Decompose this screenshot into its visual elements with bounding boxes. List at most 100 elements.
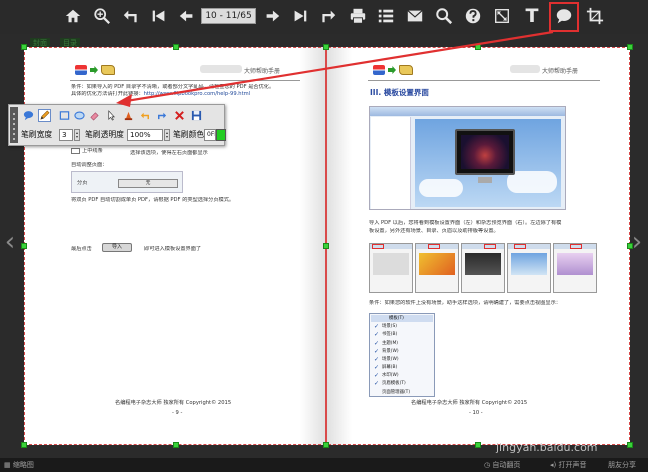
option-text: 选择该选项，使得左右页面都显示 [130, 150, 208, 156]
left-header-rule [70, 80, 300, 81]
redo-icon[interactable] [155, 109, 168, 122]
auto-adjust-text: 自动调整页面： [71, 162, 108, 168]
undo-icon[interactable] [139, 109, 152, 122]
prev-page-icon[interactable] [177, 6, 197, 26]
resize-handle[interactable] [323, 442, 329, 448]
menu-item: 页面管理器(T) [382, 390, 411, 395]
print-icon[interactable] [348, 6, 368, 26]
crop-icon[interactable] [585, 6, 605, 26]
menu-item: ✓ 背景(W) [374, 348, 399, 355]
stamp-icon[interactable] [122, 109, 135, 122]
left-header-title: 大师帮助手册 [244, 68, 281, 75]
delete-icon[interactable] [173, 109, 186, 122]
resize-handle[interactable] [475, 44, 481, 50]
resize-handle[interactable] [475, 442, 481, 448]
resize-handle[interactable] [627, 44, 633, 50]
brush-color-swatch[interactable] [216, 129, 226, 141]
left-text-line: 条件：如果导入的 PDF 目录字不清晰，或者部分文字乱码，请检查您的 PDF 是… [71, 84, 275, 90]
thumbnail-header [461, 243, 505, 293]
import-button[interactable]: 导入 [102, 243, 132, 252]
pagination-select[interactable]: 无 [118, 179, 178, 188]
bottom-bar: ▦ 缩略图 ◷ 自动翻页 ◂) 打开声音 朋友分享 [0, 458, 648, 472]
checkbox[interactable] [71, 148, 80, 154]
text-icon[interactable]: T [522, 6, 542, 26]
pen-toolbar-grip[interactable] [10, 107, 18, 143]
book-logo-icon [399, 65, 413, 75]
right-header-title: 大师帮助手册 [542, 68, 579, 75]
brush-width-stepper[interactable] [74, 129, 80, 141]
view-menu-screenshot: 模板(T) ✓ 场景(S) ✓ 书签(B) ✓ 主题(M) ✓ 背景(W) ✓ 场景(W)… [369, 313, 435, 397]
redo-icon[interactable] [318, 6, 338, 26]
resize-handle[interactable] [21, 243, 27, 249]
pencil-icon[interactable] [38, 109, 51, 122]
thumbnail-layout [553, 243, 597, 293]
resize-handle[interactable] [323, 243, 329, 249]
resize-handle[interactable] [21, 44, 27, 50]
ellipse-icon[interactable] [73, 109, 86, 122]
magazine-logo-icon [75, 65, 87, 75]
right-header-rule [368, 80, 600, 81]
pagination-label: 分页 [77, 180, 88, 186]
select-icon[interactable] [105, 109, 118, 122]
next-page-arrow[interactable]: › [631, 222, 643, 262]
rectangle-icon[interactable] [58, 109, 71, 122]
sound-button[interactable]: ◂) 打开声音 [550, 460, 586, 470]
resize-handle[interactable] [627, 442, 633, 448]
brush-opacity-input[interactable]: 100% [127, 129, 163, 141]
left-footer: 名编程电子杂志大师 独家所有 Copyright© 2015 [115, 400, 232, 406]
right-text-line: 板设置，另外还有场景、目录、页眉以及助排版等设置。 [369, 228, 499, 234]
magazine-logo-icon [373, 65, 385, 75]
left-page-logo [75, 64, 115, 76]
menu-item: ✓ 场景(W) [374, 356, 399, 363]
autoflip-button[interactable]: ◷ 自动翻页 [484, 460, 520, 470]
menu-item: ✓ 屏幕(B) [374, 364, 398, 371]
thumbnails-button[interactable]: ▦ 缩略图 [4, 460, 34, 470]
import-suffix: 即可进入模板设置界面了 [144, 246, 202, 252]
resize-handle[interactable] [323, 44, 329, 50]
prev-page-arrow[interactable]: ‹ [4, 222, 16, 262]
mail-icon[interactable] [405, 6, 425, 26]
last-page-icon[interactable] [290, 6, 310, 26]
save-icon[interactable] [190, 109, 203, 122]
undo-icon[interactable] [121, 6, 141, 26]
pen-toolbar: 笔刷宽度 3 笔刷透明度 100% 笔刷颜色 0FF000 [8, 104, 226, 146]
list-icon[interactable] [376, 6, 396, 26]
blurred-header [510, 65, 540, 73]
brush-color-input[interactable]: 0FF000 [204, 129, 216, 141]
page-indicator[interactable]: 10 - 11/65 [201, 8, 256, 24]
home-icon[interactable] [63, 6, 83, 26]
thumbnail-theme [507, 243, 551, 293]
brush-width-input[interactable]: 3 [59, 129, 73, 141]
thumbnail-scene [369, 243, 413, 293]
menu-item: ✓ 场景(S) [374, 323, 397, 330]
menu-item: ✓ 页眉模板(T) [374, 380, 406, 387]
next-page-icon[interactable] [262, 6, 282, 26]
eraser-icon[interactable] [88, 109, 101, 122]
help-link[interactable]: http://www.flipbookpro.com/help-99.html [144, 91, 250, 97]
first-page-icon[interactable] [149, 6, 169, 26]
left-text-prefix: 具体的优化方法请打开此链接： [71, 91, 144, 97]
section-title: III. 模板设置界面 [370, 88, 429, 97]
fullscreen-icon[interactable] [492, 6, 512, 26]
right-text-line: 导入 PDF 以后，您将看到模板设置界面（左）和杂志预览界面（右）。左边除了有模 [369, 220, 562, 226]
brush-opacity-label: 笔刷透明度 [85, 130, 124, 139]
brush-opacity-stepper[interactable] [164, 129, 170, 141]
zoom-in-icon[interactable] [92, 6, 112, 26]
left-text-line: 将双页 PDF 自动切割成单页 PDF，请根据 PDF 的类型选择分页模式。 [71, 197, 235, 203]
brush-color-label: 笔刷颜色 [173, 130, 205, 139]
right-page-number: - 10 - [469, 410, 483, 416]
menu-item: ✓ 书签(B) [374, 331, 398, 338]
top-toolbar: 10 - 11/65 T [0, 0, 648, 34]
resize-handle[interactable] [627, 243, 633, 249]
baidu-watermark: jingyan.baidu.com [496, 441, 598, 454]
share-button[interactable]: 朋友分享 [608, 460, 636, 470]
import-prefix: 最后点击 [71, 246, 92, 252]
resize-handle[interactable] [173, 44, 179, 50]
resize-handle[interactable] [21, 442, 27, 448]
resize-handle[interactable] [173, 442, 179, 448]
book-logo-icon [101, 65, 115, 75]
help-icon[interactable] [463, 6, 483, 26]
search-icon[interactable] [434, 6, 454, 26]
monitor-stand [478, 177, 492, 183]
comment-bubble-icon[interactable] [22, 109, 35, 122]
